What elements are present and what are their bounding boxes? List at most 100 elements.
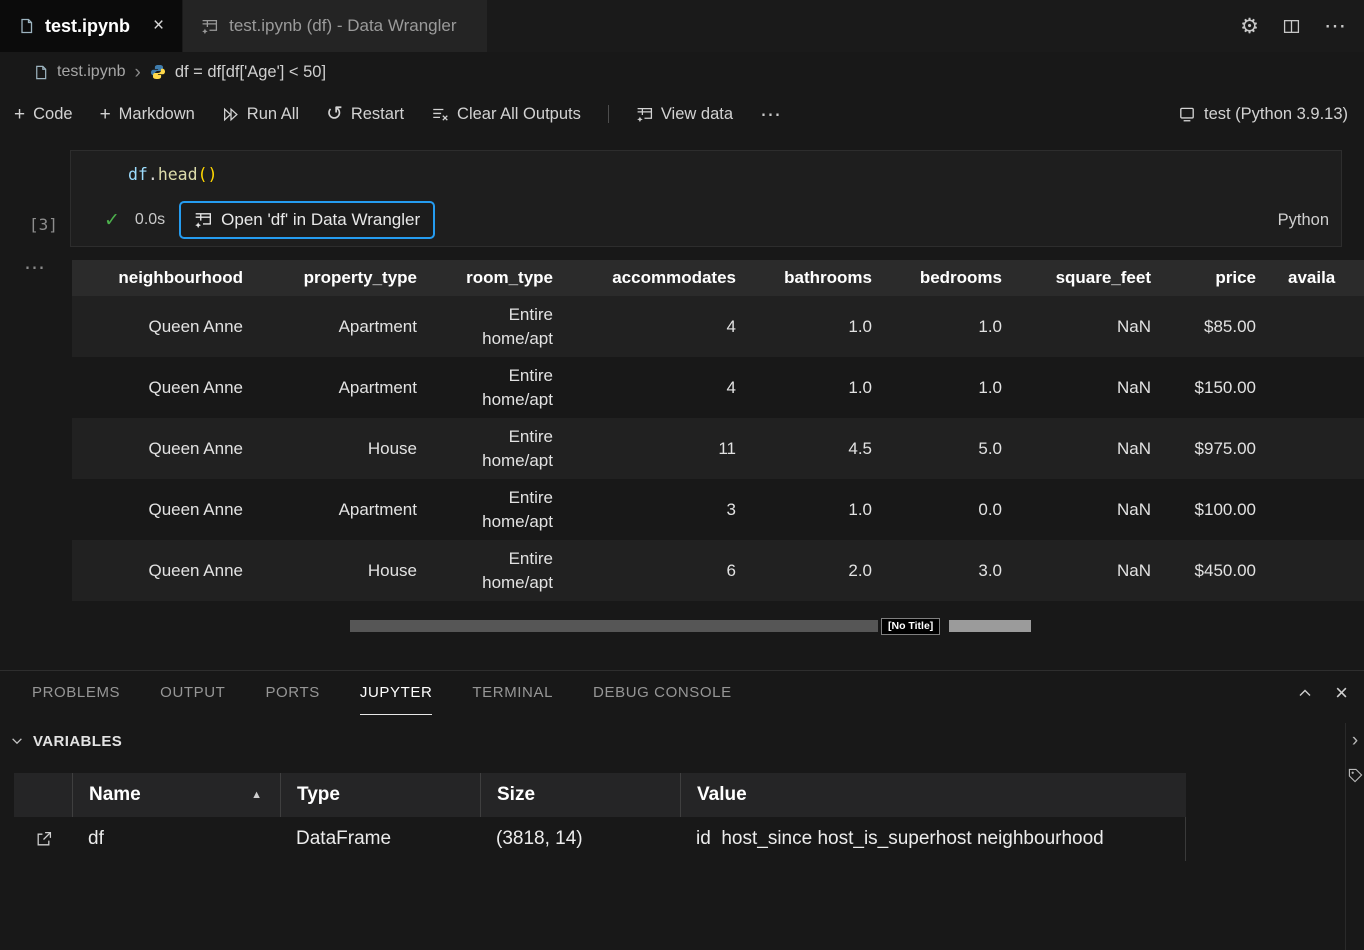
variables-column-name[interactable]: Name ▲ <box>72 773 280 817</box>
plus-icon: + <box>14 105 25 124</box>
tab-terminal[interactable]: TERMINAL <box>472 671 553 715</box>
toolbar-more-icon[interactable]: ⋯ <box>760 102 781 127</box>
tab-output[interactable]: OUTPUT <box>160 671 225 715</box>
variables-section-header[interactable]: VARIABLES <box>0 723 122 759</box>
data-wrangler-icon <box>194 211 212 229</box>
variables-grid: Name ▲ Type Size Value df DataFrame (381… <box>14 773 1186 861</box>
table-cell <box>1264 540 1364 601</box>
tag-icon[interactable] <box>1348 768 1363 783</box>
toolbar-divider <box>608 105 609 123</box>
table-cell: NaN <box>1010 357 1159 418</box>
table-cell: 1.0 <box>744 479 880 540</box>
chevron-right-icon[interactable]: › <box>1352 731 1358 750</box>
panel-tab-bar: PROBLEMS OUTPUT PORTS JUPYTER TERMINAL D… <box>0 671 1364 715</box>
restart-label: Restart <box>351 105 404 124</box>
code-token-parens: () <box>198 165 218 184</box>
clear-outputs-label: Clear All Outputs <box>457 105 581 124</box>
sort-ascending-icon: ▲ <box>251 789 262 801</box>
add-markdown-label: Markdown <box>119 105 195 124</box>
cell-code[interactable]: df.head() <box>71 151 1341 184</box>
split-editor-icon[interactable] <box>1283 18 1300 35</box>
code-cell[interactable]: df.head() ✓ 0.0s Open 'df' in Data Wrang… <box>70 150 1342 247</box>
chevron-up-icon[interactable] <box>1297 685 1313 701</box>
tab-ports[interactable]: PORTS <box>265 671 319 715</box>
column-label: Name <box>89 784 141 806</box>
table-cell: Entire home/apt <box>425 540 561 601</box>
breadcrumb-file[interactable]: test.ipynb <box>57 63 125 81</box>
table-row: Queen Anne Apartment Entire home/apt 4 1… <box>72 357 1364 418</box>
table-cell: 1.0 <box>880 296 1010 357</box>
table-cell: $100.00 <box>1159 479 1264 540</box>
variables-gutter-header <box>14 773 72 817</box>
variables-section-label: VARIABLES <box>33 733 122 750</box>
data-wrangler-icon <box>201 18 218 35</box>
view-data-button[interactable]: View data <box>636 105 733 124</box>
tab-debug-console[interactable]: DEBUG CONSOLE <box>593 671 732 715</box>
cell-language-picker[interactable]: Python <box>1278 211 1329 230</box>
table-cell: 1.0 <box>744 357 880 418</box>
close-panel-icon[interactable]: × <box>1335 682 1348 704</box>
scrollbar-tooltip: [No Title] <box>881 618 940 635</box>
panel-right-strip: › <box>1345 723 1364 950</box>
tab-data-wrangler[interactable]: test.ipynb (df) - Data Wrangler <box>183 0 486 52</box>
gear-icon[interactable]: ⚙ <box>1240 16 1259 37</box>
table-row: Queen Anne Apartment Entire home/apt 3 1… <box>72 479 1364 540</box>
table-cell: $150.00 <box>1159 357 1264 418</box>
table-cell: 3.0 <box>880 540 1010 601</box>
tab-label: test.ipynb (df) - Data Wrangler <box>229 16 456 36</box>
table-cell: 2.0 <box>744 540 880 601</box>
variable-value: id host_since host_is_superhost neighbou… <box>680 817 1186 861</box>
table-cell: NaN <box>1010 418 1159 479</box>
open-in-data-wrangler-button[interactable]: Open 'df' in Data Wrangler <box>179 201 435 239</box>
run-all-button[interactable]: Run All <box>222 105 299 124</box>
table-cell: House <box>255 540 425 601</box>
table-cell: Apartment <box>255 357 425 418</box>
column-header: square_feet <box>1010 260 1159 296</box>
notebook-file-icon <box>33 65 48 80</box>
table-cell: 3 <box>561 479 744 540</box>
python-icon <box>150 64 166 80</box>
more-actions-icon[interactable]: ⋯ <box>1324 15 1346 37</box>
variables-column-type[interactable]: Type <box>280 773 480 817</box>
table-cell: 5.0 <box>880 418 1010 479</box>
table-cell <box>1264 296 1364 357</box>
data-wrangler-icon <box>636 106 653 123</box>
table-cell: $975.00 <box>1159 418 1264 479</box>
cell-more-actions-icon[interactable]: ⋯ <box>24 255 46 280</box>
variable-row-df[interactable]: df DataFrame (3818, 14) id host_since ho… <box>14 817 1186 861</box>
table-cell: 4 <box>561 357 744 418</box>
table-cell: $85.00 <box>1159 296 1264 357</box>
tab-problems[interactable]: PROBLEMS <box>32 671 120 715</box>
variables-column-value[interactable]: Value <box>680 773 1186 817</box>
table-cell: 1.0 <box>880 357 1010 418</box>
editor-tab-bar: test.ipynb × test.ipynb (df) - Data Wran… <box>0 0 1364 52</box>
table-cell: NaN <box>1010 479 1159 540</box>
kernel-picker[interactable]: test (Python 3.9.13) <box>1178 105 1364 124</box>
open-variable-icon[interactable] <box>14 817 72 861</box>
table-cell: Entire home/apt <box>425 357 561 418</box>
chevron-down-icon <box>10 734 24 748</box>
add-markdown-cell-button[interactable]: + Markdown <box>100 105 195 124</box>
breadcrumb-cell-code[interactable]: df = df[df['Age'] < 50] <box>175 63 326 82</box>
variables-column-size[interactable]: Size <box>480 773 680 817</box>
clear-all-outputs-button[interactable]: Clear All Outputs <box>431 105 581 124</box>
open-in-data-wrangler-label: Open 'df' in Data Wrangler <box>221 210 420 230</box>
code-token-head: head <box>158 165 198 184</box>
tab-test-ipynb[interactable]: test.ipynb × <box>0 0 182 52</box>
scrollbar-thumb[interactable] <box>350 620 878 632</box>
execution-count: [3] <box>29 215 58 234</box>
scrollbar-segment[interactable] <box>949 620 1031 632</box>
close-icon[interactable]: × <box>153 15 164 37</box>
chevron-right-icon: › <box>134 63 140 82</box>
tab-jupyter[interactable]: JUPYTER <box>360 671 433 715</box>
tab-label: test.ipynb <box>45 16 130 37</box>
variable-size: (3818, 14) <box>480 817 680 861</box>
horizontal-scrollbar[interactable]: [No Title] <box>350 617 1028 635</box>
table-cell: Apartment <box>255 296 425 357</box>
kernel-label: test (Python 3.9.13) <box>1204 105 1348 124</box>
table-row: Queen Anne House Entire home/apt 11 4.5 … <box>72 418 1364 479</box>
restart-button[interactable]: ↺ Restart <box>326 104 404 124</box>
column-header: price <box>1159 260 1264 296</box>
add-code-cell-button[interactable]: + Code <box>14 105 73 124</box>
table-cell: NaN <box>1010 296 1159 357</box>
